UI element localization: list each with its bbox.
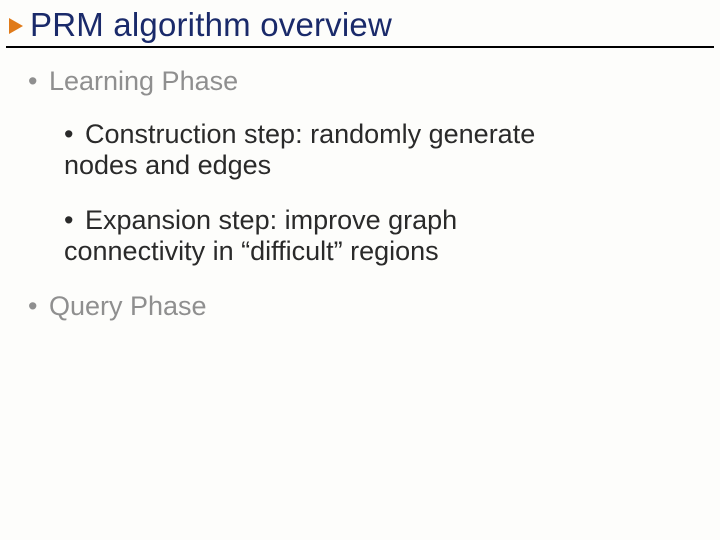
slide-body: • Learning Phase • Construction step: ra… <box>0 48 720 322</box>
title-row: PRM algorithm overview <box>0 0 720 43</box>
bullet-learning-phase: • Learning Phase <box>28 66 680 97</box>
bullet-construction-step: • Construction step: randomly generate n… <box>64 119 564 181</box>
slide: PRM algorithm overview • Learning Phase … <box>0 0 720 540</box>
slide-title: PRM algorithm overview <box>30 8 392 43</box>
bullet-dot-icon: • <box>28 291 37 321</box>
bullet-text: Expansion step: improve graph connectivi… <box>64 205 457 266</box>
bullet-dot-icon: • <box>64 119 73 149</box>
bullet-text: Query Phase <box>49 291 207 321</box>
play-arrow-icon <box>8 17 24 35</box>
bullet-text: Construction step: randomly generate nod… <box>64 119 535 180</box>
bullet-dot-icon: • <box>64 205 73 235</box>
bullet-text: Learning Phase <box>49 66 238 96</box>
bullet-dot-icon: • <box>28 66 37 96</box>
bullet-query-phase: • Query Phase <box>28 291 680 322</box>
bullet-expansion-step: • Expansion step: improve graph connecti… <box>64 205 564 267</box>
